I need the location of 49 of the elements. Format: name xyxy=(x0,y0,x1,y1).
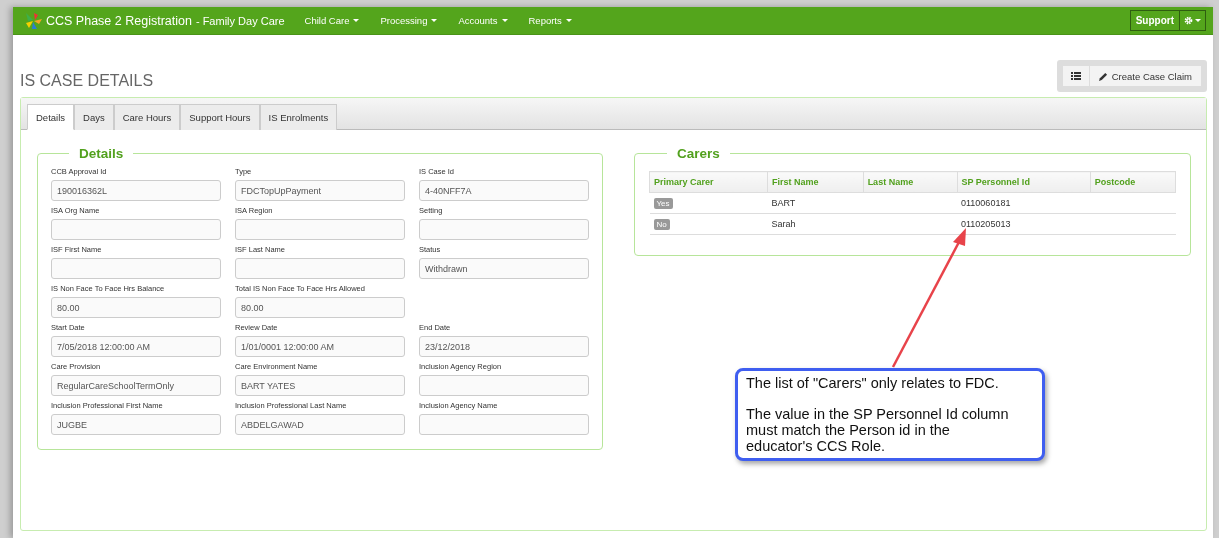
column-header: Last Name xyxy=(863,171,957,193)
annotation-text: The list of "Carers" only relates to FDC. xyxy=(746,375,1000,391)
tab[interactable]: IS Enrolments xyxy=(259,104,338,130)
primary-carer-badge: No xyxy=(653,219,670,230)
annotation-text: The value in the SP Personnel Id column must match the Person id in the educator's CCS Role. xyxy=(746,406,1010,454)
column-header: Postcode xyxy=(1090,171,1176,193)
input-field[interactable]: Withdrawn xyxy=(419,258,589,279)
input-field[interactable]: 23/12/2018 xyxy=(419,336,589,357)
section-title: Carers xyxy=(676,146,721,161)
column-header: SP Personnel Id xyxy=(957,171,1091,193)
input-field[interactable] xyxy=(51,219,221,240)
column-header: First Name xyxy=(767,171,864,193)
pencil-icon xyxy=(1098,71,1108,81)
logo-icon xyxy=(25,11,42,30)
table-cell: Sarah xyxy=(767,213,864,235)
input-field[interactable]: JUGBE xyxy=(51,414,221,435)
input-field[interactable]: RegularCareSchoolTermOnly xyxy=(51,375,221,396)
tab[interactable]: Care Hours xyxy=(113,104,181,130)
primary-carer-badge: Yes xyxy=(653,198,673,209)
list-button[interactable] xyxy=(1061,65,1090,87)
list-icon xyxy=(1070,72,1081,80)
settings-button[interactable] xyxy=(1180,10,1206,31)
app-title: CCS Phase 2 Registration xyxy=(46,13,192,28)
column-header: Primary Carer xyxy=(649,171,768,193)
create-case-claim-button[interactable]: Create Case Claim xyxy=(1089,65,1202,87)
input-field[interactable]: 1/01/0001 12:00:00 AM xyxy=(235,336,405,357)
input-field[interactable] xyxy=(419,414,589,435)
page-title: IS CASE DETAILS xyxy=(20,72,154,90)
input-field[interactable]: 4-40NFF7A xyxy=(419,180,589,201)
input-field[interactable]: BART YATES xyxy=(235,375,405,396)
input-field[interactable] xyxy=(51,258,221,279)
section-title: Details xyxy=(78,146,125,161)
input-field[interactable]: ABDELGAWAD xyxy=(235,414,405,435)
tab[interactable]: Days xyxy=(74,104,114,130)
input-field[interactable]: 190016362L xyxy=(51,180,221,201)
table-cell: 0110060181 xyxy=(957,192,1091,214)
input-field[interactable] xyxy=(419,219,589,240)
input-field[interactable]: 80.00 xyxy=(51,297,221,318)
input-field[interactable]: FDCTopUpPayment xyxy=(235,180,405,201)
tab[interactable]: Details xyxy=(27,104,75,130)
input-field[interactable]: 80.00 xyxy=(235,297,405,318)
settings-icon xyxy=(1184,16,1193,25)
input-field[interactable]: 7/05/2018 12:00:00 AM xyxy=(51,336,221,357)
input-field[interactable] xyxy=(235,258,405,279)
input-field[interactable] xyxy=(419,375,589,396)
tab[interactable]: Support Hours xyxy=(180,104,260,130)
table-cell: BART xyxy=(767,192,864,214)
input-field[interactable] xyxy=(235,219,405,240)
app-subtitle: - Family Day Care xyxy=(195,14,285,27)
